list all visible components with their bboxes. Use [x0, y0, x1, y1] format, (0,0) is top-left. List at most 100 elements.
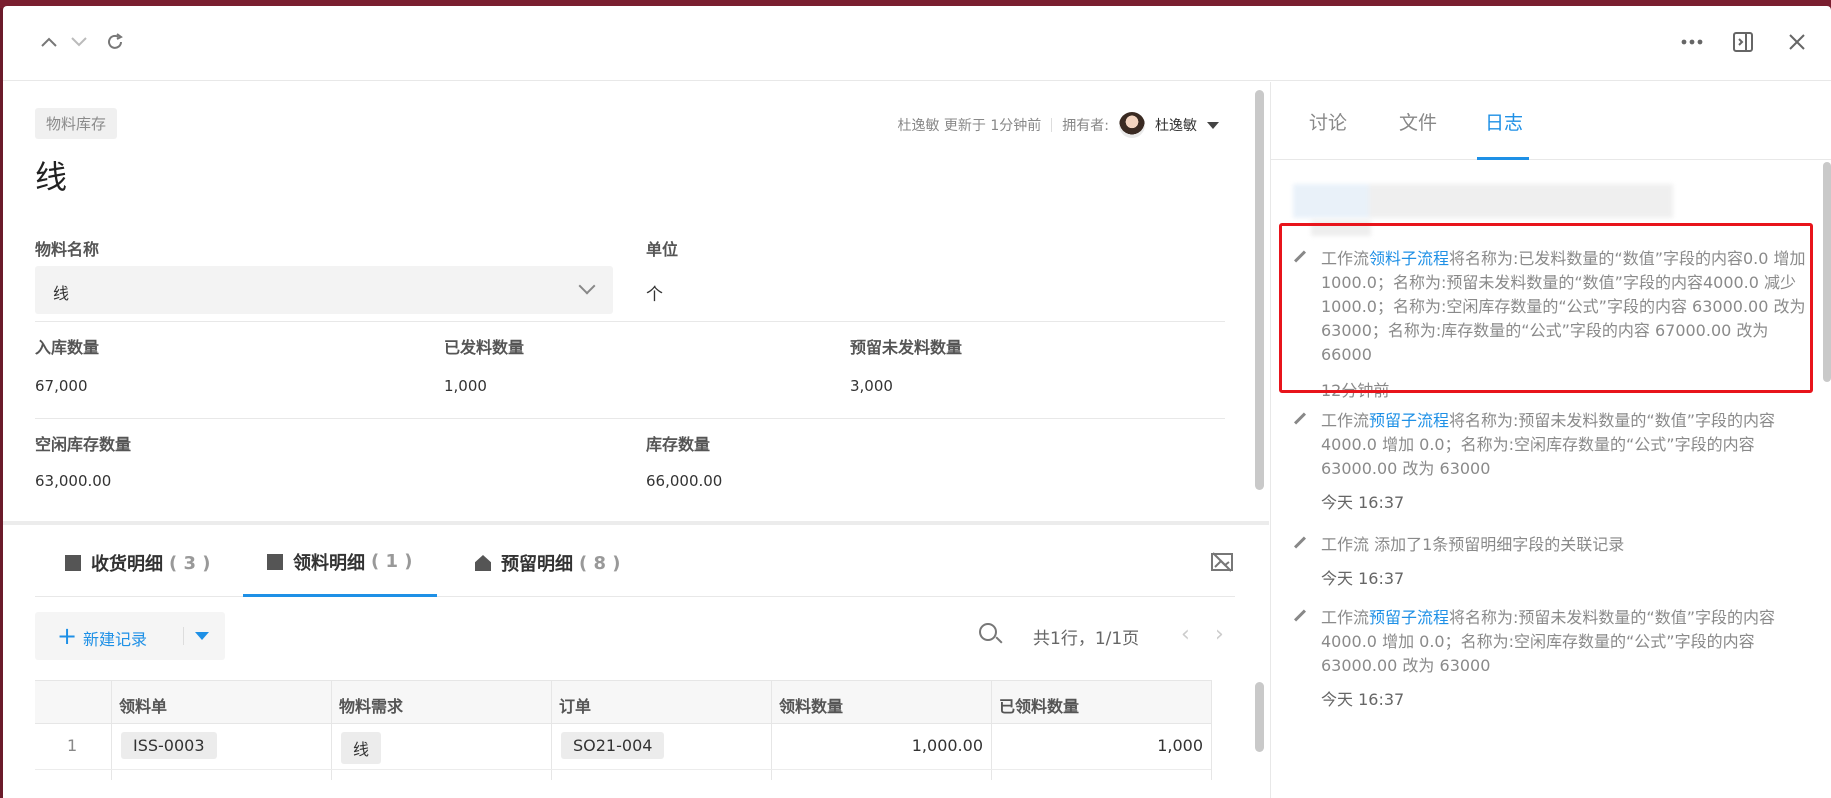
home-icon — [475, 555, 491, 571]
prev-page-button[interactable]: ‹ — [1181, 622, 1190, 647]
unit-value: 个 — [646, 285, 663, 305]
dropdown-arrow-icon[interactable] — [195, 632, 209, 640]
new-record-label: 新建记录 — [83, 630, 148, 649]
log-text: 工作流 添加了1条预留明细字段的关联记录 — [1321, 535, 1625, 554]
record-detail-dialog: 物料库存 杜逸敏 更新于 1分钟前 拥有者: 杜逸敏 线 物料名称 线 单位 个… — [3, 6, 1831, 798]
issued-qty-value: 1,000 — [444, 377, 487, 395]
tab-label: 收货明细 — [91, 554, 163, 575]
tab-label: 领料明细 — [293, 552, 365, 574]
new-record-button[interactable]: + 新建记录 — [35, 612, 225, 660]
section-divider — [3, 521, 1269, 525]
material-name-value: 线 — [53, 284, 70, 303]
pagination-info: 共1行，1/1页 — [1033, 629, 1140, 649]
stock-label: 库存数量 — [646, 435, 711, 454]
tab-receipt-details[interactable]: 收货明细 ( 3 ) — [65, 529, 211, 597]
in-qty-label: 入库数量 — [35, 338, 100, 357]
activity-pane: 讨论 文件 日志 工作流领料子流程将名称为:已发料数量的“数值”字段的内容0.0… — [1270, 82, 1831, 798]
column-header[interactable]: 领料单 — [119, 693, 167, 717]
panel-toggle-icon[interactable] — [1729, 28, 1757, 56]
scrollbar[interactable] — [1255, 682, 1264, 752]
tab-files[interactable]: 文件 — [1399, 108, 1437, 135]
hide-image-icon[interactable] — [1211, 551, 1233, 577]
table-icon — [267, 553, 283, 570]
tab-issue-details[interactable]: 领料明细 ( 1 ) — [243, 529, 437, 597]
divider — [183, 627, 184, 645]
demand-link[interactable]: 线 — [341, 732, 382, 764]
column-header[interactable]: 物料需求 — [339, 693, 403, 717]
owner-dropdown-icon[interactable] — [1207, 121, 1219, 129]
divider — [1051, 118, 1053, 132]
tab-label: 预留明细 — [501, 554, 573, 575]
log-time: 今天 16:37 — [1321, 493, 1405, 512]
tab-reservation-details[interactable]: 预留明细 ( 8 ) — [475, 529, 621, 597]
log-entry: 工作流 添加了1条预留明细字段的关联记录 今天 16:37 — [1289, 533, 1809, 593]
updated-info: 杜逸敏 更新于 1分钟前 — [897, 118, 1042, 134]
highlight-box — [1279, 223, 1813, 393]
dialog-header — [3, 6, 1831, 81]
record-main-pane: 物料库存 杜逸敏 更新于 1分钟前 拥有者: 杜逸敏 线 物料名称 线 单位 个… — [3, 82, 1269, 798]
column-header[interactable]: 订单 — [559, 693, 591, 717]
material-name-select[interactable]: 线 — [35, 266, 613, 314]
log-entry: 工作流预留子流程将名称为:预留未发料数量的“数值”字段的内容 4000.0 增加… — [1289, 409, 1809, 519]
scrollbar[interactable] — [1255, 90, 1264, 490]
tab-discussion[interactable]: 讨论 — [1309, 108, 1347, 135]
order-link[interactable]: SO21-004 — [561, 732, 665, 759]
refresh-icon[interactable] — [101, 28, 129, 56]
issue-qty: 1,000.00 — [911, 736, 983, 755]
workflow-link[interactable]: 预留子流程 — [1369, 608, 1449, 627]
stock-value: 66,000.00 — [646, 472, 723, 490]
divider — [35, 321, 1225, 322]
search-icon[interactable] — [979, 623, 997, 641]
material-name-label: 物料名称 — [35, 240, 100, 259]
workflow-link[interactable]: 预留子流程 — [1369, 411, 1449, 430]
table-icon — [65, 555, 81, 571]
activity-tabs: 讨论 文件 日志 — [1271, 82, 1831, 160]
chevron-up-icon[interactable] — [35, 28, 63, 56]
divider — [35, 418, 1225, 419]
log-entry: 工作流预留子流程将名称为:预留未发料数量的“数值”字段的内容 4000.0 增加… — [1289, 606, 1809, 716]
edit-icon — [1293, 412, 1307, 425]
tab-log[interactable]: 日志 — [1485, 108, 1523, 135]
log-prefix: 工作流 — [1321, 411, 1370, 430]
free-stock-label: 空闲库存数量 — [35, 435, 132, 454]
received-qty: 1,000 — [1157, 736, 1203, 755]
close-icon[interactable] — [1783, 28, 1811, 56]
detail-tabs: 收货明细 ( 3 ) 领料明细 ( 1 ) 预留明细 ( 8 ) — [35, 529, 1235, 597]
reserved-qty-label: 预留未发料数量 — [850, 338, 963, 357]
record-type-tag: 物料库存 — [35, 108, 118, 139]
record-meta: 杜逸敏 更新于 1分钟前 拥有者: 杜逸敏 — [897, 112, 1219, 138]
chevron-down-icon[interactable] — [65, 28, 93, 56]
blurred-content — [1293, 184, 1673, 218]
reserved-qty-value: 3,000 — [850, 377, 893, 395]
record-title: 线 — [35, 158, 68, 196]
avatar[interactable] — [1119, 112, 1145, 138]
owner-name[interactable]: 杜逸敏 — [1155, 115, 1197, 135]
column-header[interactable]: 已领料数量 — [999, 693, 1079, 717]
table-row[interactable]: 1 ISS-0003 线 SO21-004 1,000.00 1,000 — [35, 724, 1211, 770]
tab-count: ( 3 ) — [169, 552, 211, 574]
log-text: 工作流预留子流程将名称为:预留未发料数量的“数值”字段的内容 4000.0 增加… — [1321, 409, 1809, 481]
plus-icon: + — [57, 622, 78, 650]
edit-icon — [1293, 536, 1307, 549]
log-text: 工作流预留子流程将名称为:预留未发料数量的“数值”字段的内容 4000.0 增加… — [1321, 606, 1809, 678]
edit-icon — [1293, 609, 1307, 622]
tab-count: ( 1 ) — [371, 551, 413, 572]
next-page-button[interactable]: › — [1215, 622, 1224, 647]
log-time: 今天 16:37 — [1321, 690, 1405, 709]
log-prefix: 工作流 — [1321, 608, 1370, 627]
more-icon[interactable] — [1678, 28, 1706, 56]
in-qty-value: 67,000 — [35, 377, 88, 395]
free-stock-value: 63,000.00 — [35, 472, 112, 490]
active-tab-indicator — [1477, 157, 1529, 160]
tab-count: ( 8 ) — [579, 552, 621, 574]
column-header[interactable]: 领料数量 — [779, 693, 843, 717]
log-time: 今天 16:37 — [1321, 569, 1405, 588]
scrollbar[interactable] — [1823, 162, 1831, 382]
column-divider — [1211, 680, 1212, 780]
issue-link[interactable]: ISS-0003 — [121, 732, 217, 759]
owner-label: 拥有者: — [1062, 118, 1109, 134]
table-header: 领料单 物料需求 订单 领料数量 已领料数量 — [35, 680, 1211, 724]
issued-qty-label: 已发料数量 — [444, 338, 525, 357]
unit-label: 单位 — [646, 240, 679, 259]
chevron-down-icon — [578, 277, 596, 295]
